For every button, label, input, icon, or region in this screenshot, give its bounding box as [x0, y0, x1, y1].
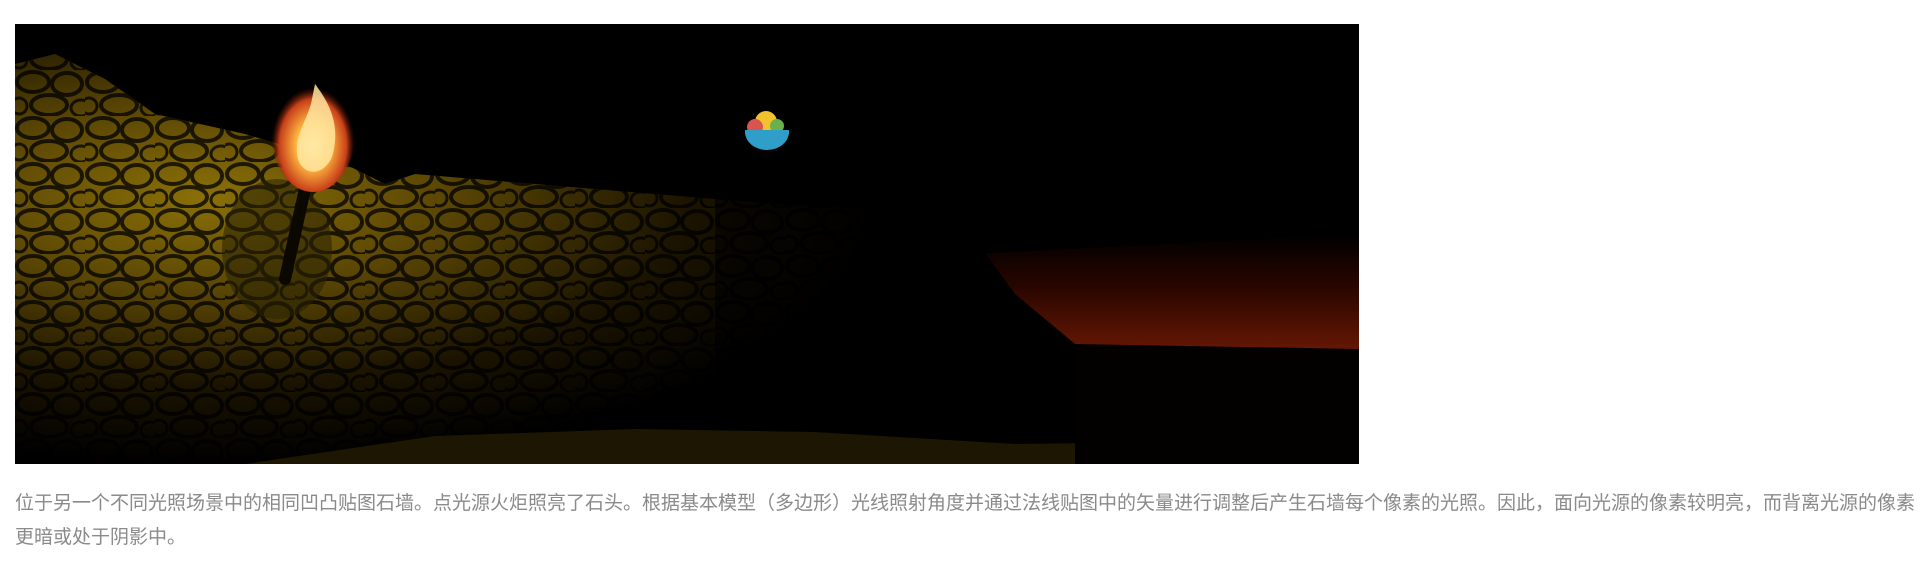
flame	[271, 76, 355, 192]
normal-map-render-image	[15, 24, 1359, 464]
torch	[222, 179, 332, 319]
figure-caption: 位于另一个不同光照场景中的相同凹凸贴图石墙。点光源火炬照亮了石头。根据基本模型（…	[15, 492, 1916, 548]
